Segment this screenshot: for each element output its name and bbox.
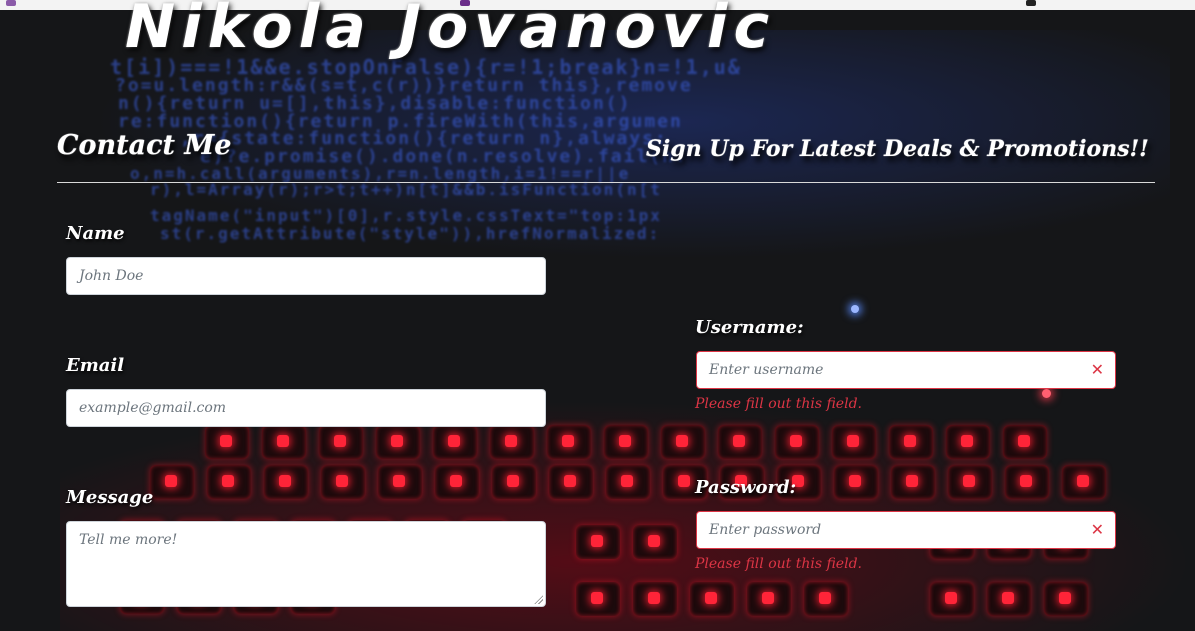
- message-label: Message: [66, 487, 154, 508]
- message-textarea[interactable]: Tell me more!: [66, 521, 546, 607]
- close-icon: ✕: [1090, 520, 1104, 539]
- password-input[interactable]: Enter password ✕: [696, 511, 1116, 549]
- message-placeholder: Tell me more!: [79, 532, 178, 548]
- signup-heading: Sign Up For Latest Deals & Promotions!!: [646, 136, 1149, 162]
- email-placeholder: example@gmail.com: [79, 400, 227, 416]
- password-error: Please fill out this field.: [695, 556, 862, 572]
- contact-heading: Contact Me: [57, 130, 232, 161]
- name-placeholder: John Doe: [79, 268, 144, 284]
- close-icon: ✕: [1090, 360, 1104, 379]
- username-placeholder: Enter username: [709, 362, 824, 378]
- username-error: Please fill out this field.: [695, 396, 862, 412]
- email-input[interactable]: example@gmail.com: [66, 389, 546, 427]
- username-input[interactable]: Enter username ✕: [696, 351, 1116, 389]
- section-divider: [57, 182, 1155, 183]
- email-label: Email: [66, 355, 125, 376]
- site-title: Nikola Jovanovic: [125, 0, 776, 62]
- name-input[interactable]: John Doe: [66, 257, 546, 295]
- name-label: Name: [66, 223, 125, 244]
- password-label: Password:: [695, 477, 797, 498]
- password-placeholder: Enter password: [709, 522, 822, 538]
- resize-handle-icon[interactable]: [534, 595, 543, 604]
- username-label: Username:: [695, 317, 804, 338]
